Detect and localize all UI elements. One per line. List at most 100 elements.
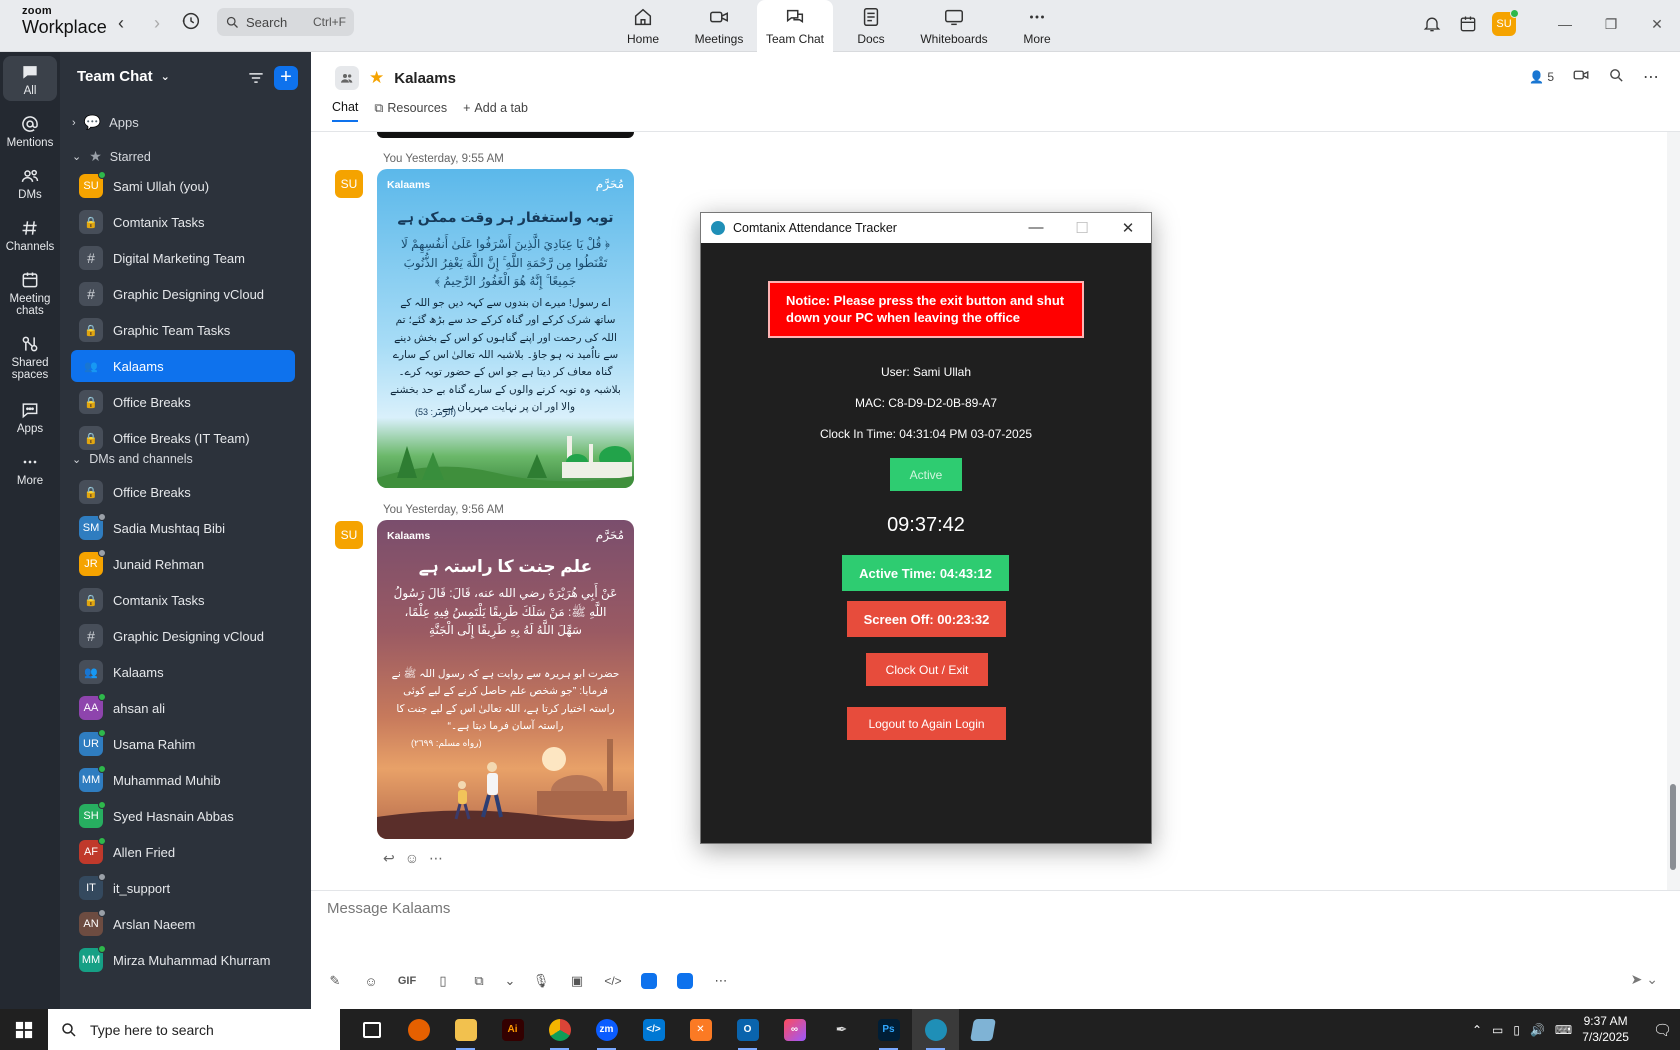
status-active-button[interactable]: Active <box>890 458 962 491</box>
more-tools-icon[interactable]: ⋯ <box>711 971 731 991</box>
tracker-close-button[interactable]: ✕ <box>1105 219 1151 237</box>
gif-icon[interactable]: GIF <box>397 971 417 991</box>
sender-avatar[interactable]: SU <box>335 521 363 549</box>
tracker-minimize-button[interactable]: — <box>1013 219 1059 237</box>
tab-add[interactable]: + Add a tab <box>463 100 528 122</box>
creative-cloud-icon[interactable]: ∞ <box>771 1009 818 1050</box>
sidebar-item[interactable]: IT it_support <box>71 872 295 904</box>
sidebar-item[interactable]: MM Mirza Muhammad Khurram <box>71 944 295 976</box>
tab-team-chat[interactable]: Team Chat <box>757 0 833 52</box>
microphone-icon[interactable]: 🎙 <box>531 971 551 991</box>
rail-more[interactable]: More <box>3 452 57 487</box>
scrollbar-thumb[interactable] <box>1670 784 1676 870</box>
image-post[interactable]: Kalaams مُحَرَّم توبہ واستغفار ہر وقت مم… <box>377 169 634 488</box>
sidebar-item[interactable]: # Graphic Designing vCloud <box>71 620 295 652</box>
section-dms[interactable]: ⌄ DMs and channels <box>72 452 193 466</box>
sidebar-item[interactable]: UR Usama Rahim <box>71 728 295 760</box>
sidebar-item[interactable]: 🔒 Graphic Team Tasks <box>71 314 295 346</box>
vscode-icon[interactable]: </> <box>630 1009 677 1050</box>
rail-shared-spaces[interactable]: Shared spaces <box>3 334 57 381</box>
rail-dms[interactable]: DMs <box>3 166 57 201</box>
clock-out-exit-button[interactable]: Clock Out / Exit <box>866 653 988 686</box>
search-input[interactable]: Search Ctrl+F <box>217 8 354 36</box>
tab-chat[interactable]: Chat <box>332 100 359 122</box>
section-starred[interactable]: ⌄ ★ Starred <box>72 148 151 165</box>
tab-more[interactable]: More <box>999 0 1075 52</box>
history-icon[interactable] <box>180 10 204 34</box>
sidebar-item[interactable]: 🔒 Comtanix Tasks <box>71 206 295 238</box>
tracker-maximize-button[interactable]: ☐ <box>1059 219 1105 237</box>
app-icon[interactable] <box>675 971 695 991</box>
sidebar-title[interactable]: Team Chat ⌄ <box>77 68 170 85</box>
sender-avatar[interactable]: SU <box>335 170 363 198</box>
app-icon[interactable] <box>639 971 659 991</box>
send-options[interactable]: ➤ ⌄ <box>1631 971 1658 988</box>
task-view-icon[interactable] <box>348 1009 395 1050</box>
bell-icon[interactable] <box>1414 6 1450 42</box>
pen-tool-icon[interactable]: ✒ <box>818 1009 865 1050</box>
forward-arrow-icon[interactable]: › <box>146 12 168 34</box>
sidebar-item[interactable]: SM Sadia Mushtaq Bibi <box>71 512 295 544</box>
sidebar-item[interactable]: 🔒 Office Breaks <box>71 476 295 508</box>
rail-channels[interactable]: Channels <box>3 218 57 253</box>
sidebar-item[interactable]: SU Sami Ullah (you) <box>71 170 295 202</box>
volume-icon[interactable]: 🔊 <box>1530 1023 1545 1037</box>
sidebar-item[interactable]: JR Junaid Rehman <box>71 548 295 580</box>
new-chat-button[interactable]: + <box>274 66 298 90</box>
outlook-icon[interactable]: O <box>724 1009 771 1050</box>
rail-apps[interactable]: Apps <box>3 400 57 435</box>
xampp-icon[interactable]: ✕ <box>677 1009 724 1050</box>
sidebar-item[interactable]: 🔒 Office Breaks <box>71 386 295 418</box>
sidebar-item[interactable]: AF Allen Fried <box>71 836 295 868</box>
start-button[interactable] <box>0 1009 48 1050</box>
sidebar-item[interactable]: MM Muhammad Muhib <box>71 764 295 796</box>
network-icon[interactable]: ▭ <box>1492 1023 1503 1037</box>
attendance-tracker-taskbar-icon[interactable] <box>912 1009 959 1050</box>
sidebar-item[interactable]: 👥 Kalaams <box>71 656 295 688</box>
notifications-icon[interactable]: 🗨 <box>1653 1021 1672 1039</box>
photoshop-icon[interactable]: Ps <box>865 1009 912 1050</box>
calendar-icon[interactable] <box>1450 6 1486 42</box>
tab-whiteboards[interactable]: Whiteboards <box>909 0 999 52</box>
star-icon[interactable]: ★ <box>369 68 384 88</box>
members-button[interactable]: 👤 5 <box>1529 70 1554 84</box>
zoom-icon[interactable]: zm <box>583 1009 630 1050</box>
section-apps[interactable]: › 💬 Apps <box>72 114 139 131</box>
chrome-icon[interactable] <box>536 1009 583 1050</box>
tab-meetings[interactable]: Meetings <box>681 0 757 52</box>
sidebar-item[interactable]: 🔒 Office Breaks (IT Team) <box>71 422 295 454</box>
reply-icon[interactable]: ↩ <box>383 850 395 867</box>
format-icon[interactable]: ✎ <box>325 971 345 991</box>
taskbar-search[interactable]: Type here to search <box>48 1009 340 1050</box>
video-message-icon[interactable]: ▣ <box>567 971 587 991</box>
sidebar-item[interactable]: AN Arslan Naeem <box>71 908 295 940</box>
back-arrow-icon[interactable]: ‹ <box>110 12 132 34</box>
code-icon[interactable]: </> <box>603 971 623 991</box>
filter-icon[interactable] <box>246 68 266 88</box>
logout-button[interactable]: Logout to Again Login <box>847 707 1006 740</box>
battery-icon[interactable]: ▯ <box>1513 1023 1520 1037</box>
file-icon[interactable]: ▯ <box>433 971 453 991</box>
screenshot-icon[interactable]: ⧉ <box>469 971 489 991</box>
close-window-button[interactable]: ✕ <box>1634 2 1680 46</box>
search-icon[interactable] <box>1608 67 1625 87</box>
channel-title[interactable]: ★ Kalaams <box>335 66 456 90</box>
firefox-icon[interactable] <box>395 1009 442 1050</box>
tab-resources[interactable]: ⧉ Resources <box>374 100 447 122</box>
message-scrollbar[interactable] <box>1667 132 1680 890</box>
sidebar-item[interactable]: 🔒 Comtanix Tasks <box>71 584 295 616</box>
language-icon[interactable]: ⌨ <box>1555 1023 1572 1037</box>
emoji-icon[interactable]: ☺ <box>361 971 381 991</box>
sidebar-item[interactable]: SH Syed Hasnain Abbas <box>71 800 295 832</box>
sidebar-item[interactable]: # Digital Marketing Team <box>71 242 295 274</box>
sidebar-item[interactable]: 👥 Kalaams <box>71 350 295 382</box>
tab-home[interactable]: Home <box>605 0 681 52</box>
app-icon[interactable] <box>959 1009 1006 1050</box>
clock[interactable]: 9:37 AM 7/3/2025 <box>1582 1014 1629 1045</box>
rail-meeting-chats[interactable]: Meeting chats <box>3 270 57 317</box>
chevron-down-icon[interactable]: ⌄ <box>505 971 516 991</box>
file-explorer-icon[interactable] <box>442 1009 489 1050</box>
image-post[interactable]: Kalaams مُحَرَّم علم جنت کا راستہ ہے عَن… <box>377 520 634 839</box>
maximize-button[interactable]: ❐ <box>1588 2 1634 46</box>
illustrator-icon[interactable]: Ai <box>489 1009 536 1050</box>
